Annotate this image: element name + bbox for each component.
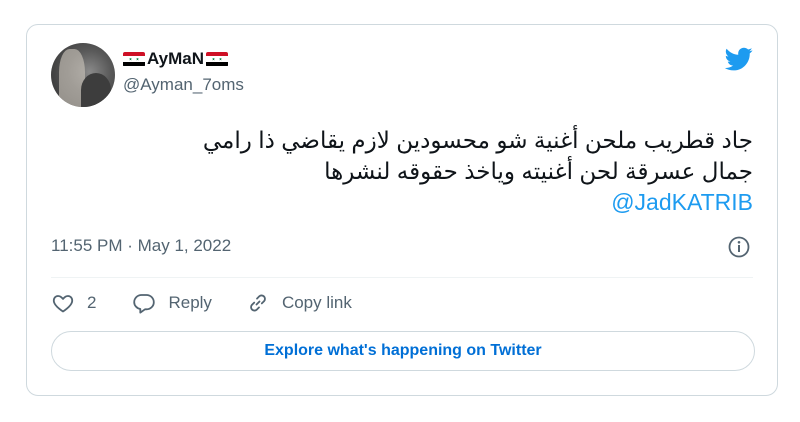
tweet-timestamp[interactable]: 11:55 PM · May 1, 2022 xyxy=(51,234,231,258)
tweet-text-line-1: جاد قطريب ملحن أغنية شو محسودين لازم يقا… xyxy=(202,127,753,153)
explore-twitter-button[interactable]: Explore what's happening on Twitter xyxy=(51,331,755,371)
mention-link[interactable]: @JadKATRIB xyxy=(53,187,753,218)
reply-label: Reply xyxy=(168,293,212,312)
link-icon xyxy=(250,294,266,312)
avatar[interactable] xyxy=(51,43,115,107)
like-button[interactable]: 2 xyxy=(51,291,96,315)
copy-link-label: Copy link xyxy=(281,293,352,312)
user-handle[interactable]: @Ayman_7oms xyxy=(123,73,244,97)
display-name-text: AyMaN xyxy=(147,49,204,68)
tweet-text: جاد قطريب ملحن أغنية شو محسودين لازم يقا… xyxy=(53,125,753,218)
syria-flag-icon xyxy=(206,51,228,67)
tweet-text-line-2: جمال عسرقة لحن أغنيته وياخذ حقوقه لنشرها xyxy=(324,158,753,184)
avatar-photo-figure xyxy=(81,73,111,107)
info-icon[interactable] xyxy=(727,235,751,259)
user-info[interactable]: AyMaN @Ayman_7oms xyxy=(123,47,244,97)
reply-icon xyxy=(133,294,156,314)
action-bar: 2 Reply Copy link xyxy=(51,291,352,315)
explore-label: Explore what's happening on Twitter xyxy=(264,342,542,359)
display-name[interactable]: AyMaN xyxy=(123,47,244,71)
like-count: 2 xyxy=(87,293,97,312)
twitter-bird-icon[interactable] xyxy=(723,45,755,73)
syria-flag-icon xyxy=(123,51,145,67)
copy-link-button[interactable]: Copy link xyxy=(246,291,352,315)
divider xyxy=(51,277,753,278)
reply-button[interactable]: Reply xyxy=(132,291,212,315)
tweet-card: AyMaN @Ayman_7oms جاد قطريب ملحن أغنية ش… xyxy=(26,24,778,396)
heart-icon xyxy=(52,295,74,313)
